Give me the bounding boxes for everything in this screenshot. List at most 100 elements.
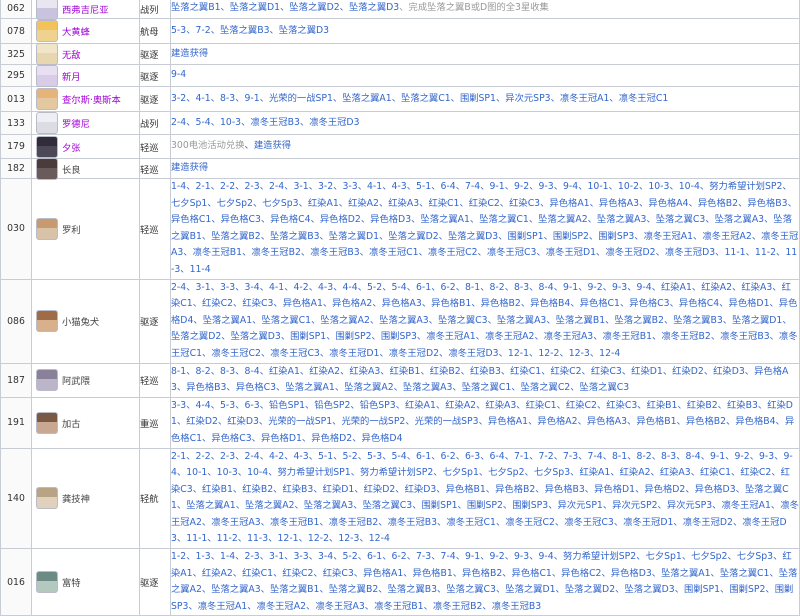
source-link[interactable]: 红染D1 [631,366,663,377]
source-link[interactable]: 6-2 [441,282,456,293]
source-link[interactable]: 3-3 [343,181,358,192]
source-link[interactable]: 1-4 [220,551,235,562]
source-link[interactable]: 凛冬王冠B3 [250,117,299,128]
ship-avatar-icon[interactable] [36,411,58,434]
source-link[interactable]: 红染B2 [430,366,461,377]
source-link[interactable]: 4-3 [294,451,309,462]
source-link[interactable]: 凛冬王冠D3 [448,348,498,359]
source-link[interactable]: 8-3 [514,282,529,293]
source-link[interactable]: 6-1 [367,551,382,562]
source-link[interactable]: 12-2 [538,348,559,359]
source-link[interactable]: 5-2 [343,451,358,462]
source-link[interactable]: 凛冬王冠B2 [433,601,482,612]
source-link[interactable]: 9-4 [539,551,554,562]
source-link[interactable]: 3-2 [318,181,333,192]
ship-name-link[interactable]: 加古 [62,416,81,430]
source-link[interactable]: 凛冬王冠D2 [389,348,439,359]
source-link[interactable]: 4-4 [343,282,358,293]
source-link[interactable]: 红染A2 [348,198,379,209]
source-link[interactable]: 8-1 [612,451,627,462]
source-link[interactable]: 红染C1 [428,198,459,209]
source-link[interactable]: 2-3 [245,181,260,192]
source-link[interactable]: 坠落之翼A3 [211,584,260,595]
source-link[interactable]: 光荣的一战SP1 [268,416,332,427]
source-link[interactable]: 12-1 [508,348,529,359]
source-link[interactable]: 红染D3 [227,416,259,427]
source-link[interactable]: 2-4 [171,117,186,128]
source-link[interactable]: 坠落之翼C3 [438,315,488,326]
source-link[interactable]: 努力希望计划SP2 [563,551,636,562]
source-link[interactable]: 坠落之翼D2 [171,331,221,342]
source-link[interactable]: 七夕Sp1 [443,467,479,478]
source-link[interactable]: 光荣的一战SP3 [415,416,479,427]
source-link[interactable]: 凛冬王冠D1 [329,348,379,359]
source-link[interactable]: 异色格B3 [545,484,585,495]
source-link[interactable]: 4-1 [196,93,211,104]
source-link[interactable]: 坠落之翼A2 [538,214,587,225]
source-link[interactable]: 坠落之翼D3 [279,25,329,36]
source-link[interactable]: 9-1 [245,93,260,104]
source-link[interactable]: 凛冬王冠D3 [309,117,359,128]
source-link[interactable]: 异色格D2 [311,433,352,444]
source-link[interactable]: 10-3 [648,181,669,192]
source-link[interactable]: 建造获得 [254,140,291,151]
source-link[interactable]: 异色格C3 [211,433,251,444]
ship-avatar-icon[interactable] [36,369,58,392]
source-link[interactable]: 红染B2 [687,400,718,411]
source-link[interactable]: 异色格D3 [611,568,652,579]
source-link[interactable]: 围剿SP1 [290,331,326,342]
source-link[interactable]: 围剿SP2 [553,231,589,242]
source-link[interactable]: 坠落之翼D1 [230,2,280,13]
source-link[interactable]: 红染D2 [672,366,704,377]
source-link[interactable]: 凛冬王冠A2 [257,601,306,612]
source-link[interactable]: 红染B3 [727,400,758,411]
source-link[interactable]: 5-1 [416,181,431,192]
source-link[interactable]: 红染A3 [660,467,691,478]
source-link[interactable]: 围剿SP1 [422,500,458,511]
source-link[interactable]: 12-4 [599,348,620,359]
source-link[interactable]: 坠落之翼C1 [401,93,451,104]
source-link[interactable]: 1-2 [171,551,186,562]
source-link[interactable]: 凛冬王冠A1 [644,231,693,242]
source-link[interactable]: 七夕Sp2 [217,198,253,209]
source-link[interactable]: 坠落之翼D2 [388,231,438,242]
source-link[interactable]: 坠落之翼A1 [661,568,710,579]
source-link[interactable]: 异色格C1 [580,298,620,309]
source-link[interactable]: 8-3 [220,366,235,377]
source-link[interactable]: 红染C3 [509,198,540,209]
source-link[interactable]: 围剿SP1 [684,584,720,595]
source-link[interactable]: 红染A2 [309,366,340,377]
source-link[interactable]: 红染A2 [620,467,651,478]
source-link[interactable]: 红染B3 [282,484,313,495]
source-link[interactable]: 8-2 [490,282,505,293]
source-link[interactable]: 异色格A1 [363,568,403,579]
source-link[interactable]: 异色格A4 [648,198,688,209]
source-link[interactable]: 6-4 [490,451,505,462]
source-link[interactable]: 坠落之翼B1 [556,315,605,326]
source-link[interactable]: 10-1 [186,467,207,478]
source-link[interactable]: 2-3 [220,451,235,462]
source-link[interactable]: 8-1 [171,366,186,377]
source-link[interactable]: 4-3 [318,282,333,293]
source-link[interactable]: 异色格C1 [171,214,211,225]
source-link[interactable]: 红染D1 [323,484,355,495]
source-link[interactable]: 12-4 [369,533,390,544]
source-link[interactable]: 1-4 [171,181,186,192]
source-link[interactable]: 凛冬王冠A3 [211,517,260,528]
source-link[interactable]: 5-1 [318,451,333,462]
source-link[interactable]: 异色格B2 [495,484,535,495]
source-link[interactable]: 红染A1 [269,366,300,377]
source-link[interactable]: 坠落之翼D3 [349,2,399,13]
source-link[interactable]: 坠落之翼C1 [261,315,311,326]
source-link[interactable]: 红染D2 [186,416,218,427]
source-link[interactable]: 11-1 [186,533,207,544]
source-link[interactable]: 异色格D3 [695,484,736,495]
source-link[interactable]: 坠落之翼C3 [656,214,706,225]
source-link[interactable]: 坠落之翼B2 [329,584,378,595]
source-link[interactable]: 坠落之翼A3 [597,214,646,225]
source-link[interactable]: 9-2 [588,282,603,293]
source-link[interactable]: 红染A1 [661,282,692,293]
source-link[interactable]: 6-2 [392,551,407,562]
source-link[interactable]: 坠落之翼D3 [448,231,498,242]
source-link[interactable]: 坠落之翼B3 [220,25,269,36]
